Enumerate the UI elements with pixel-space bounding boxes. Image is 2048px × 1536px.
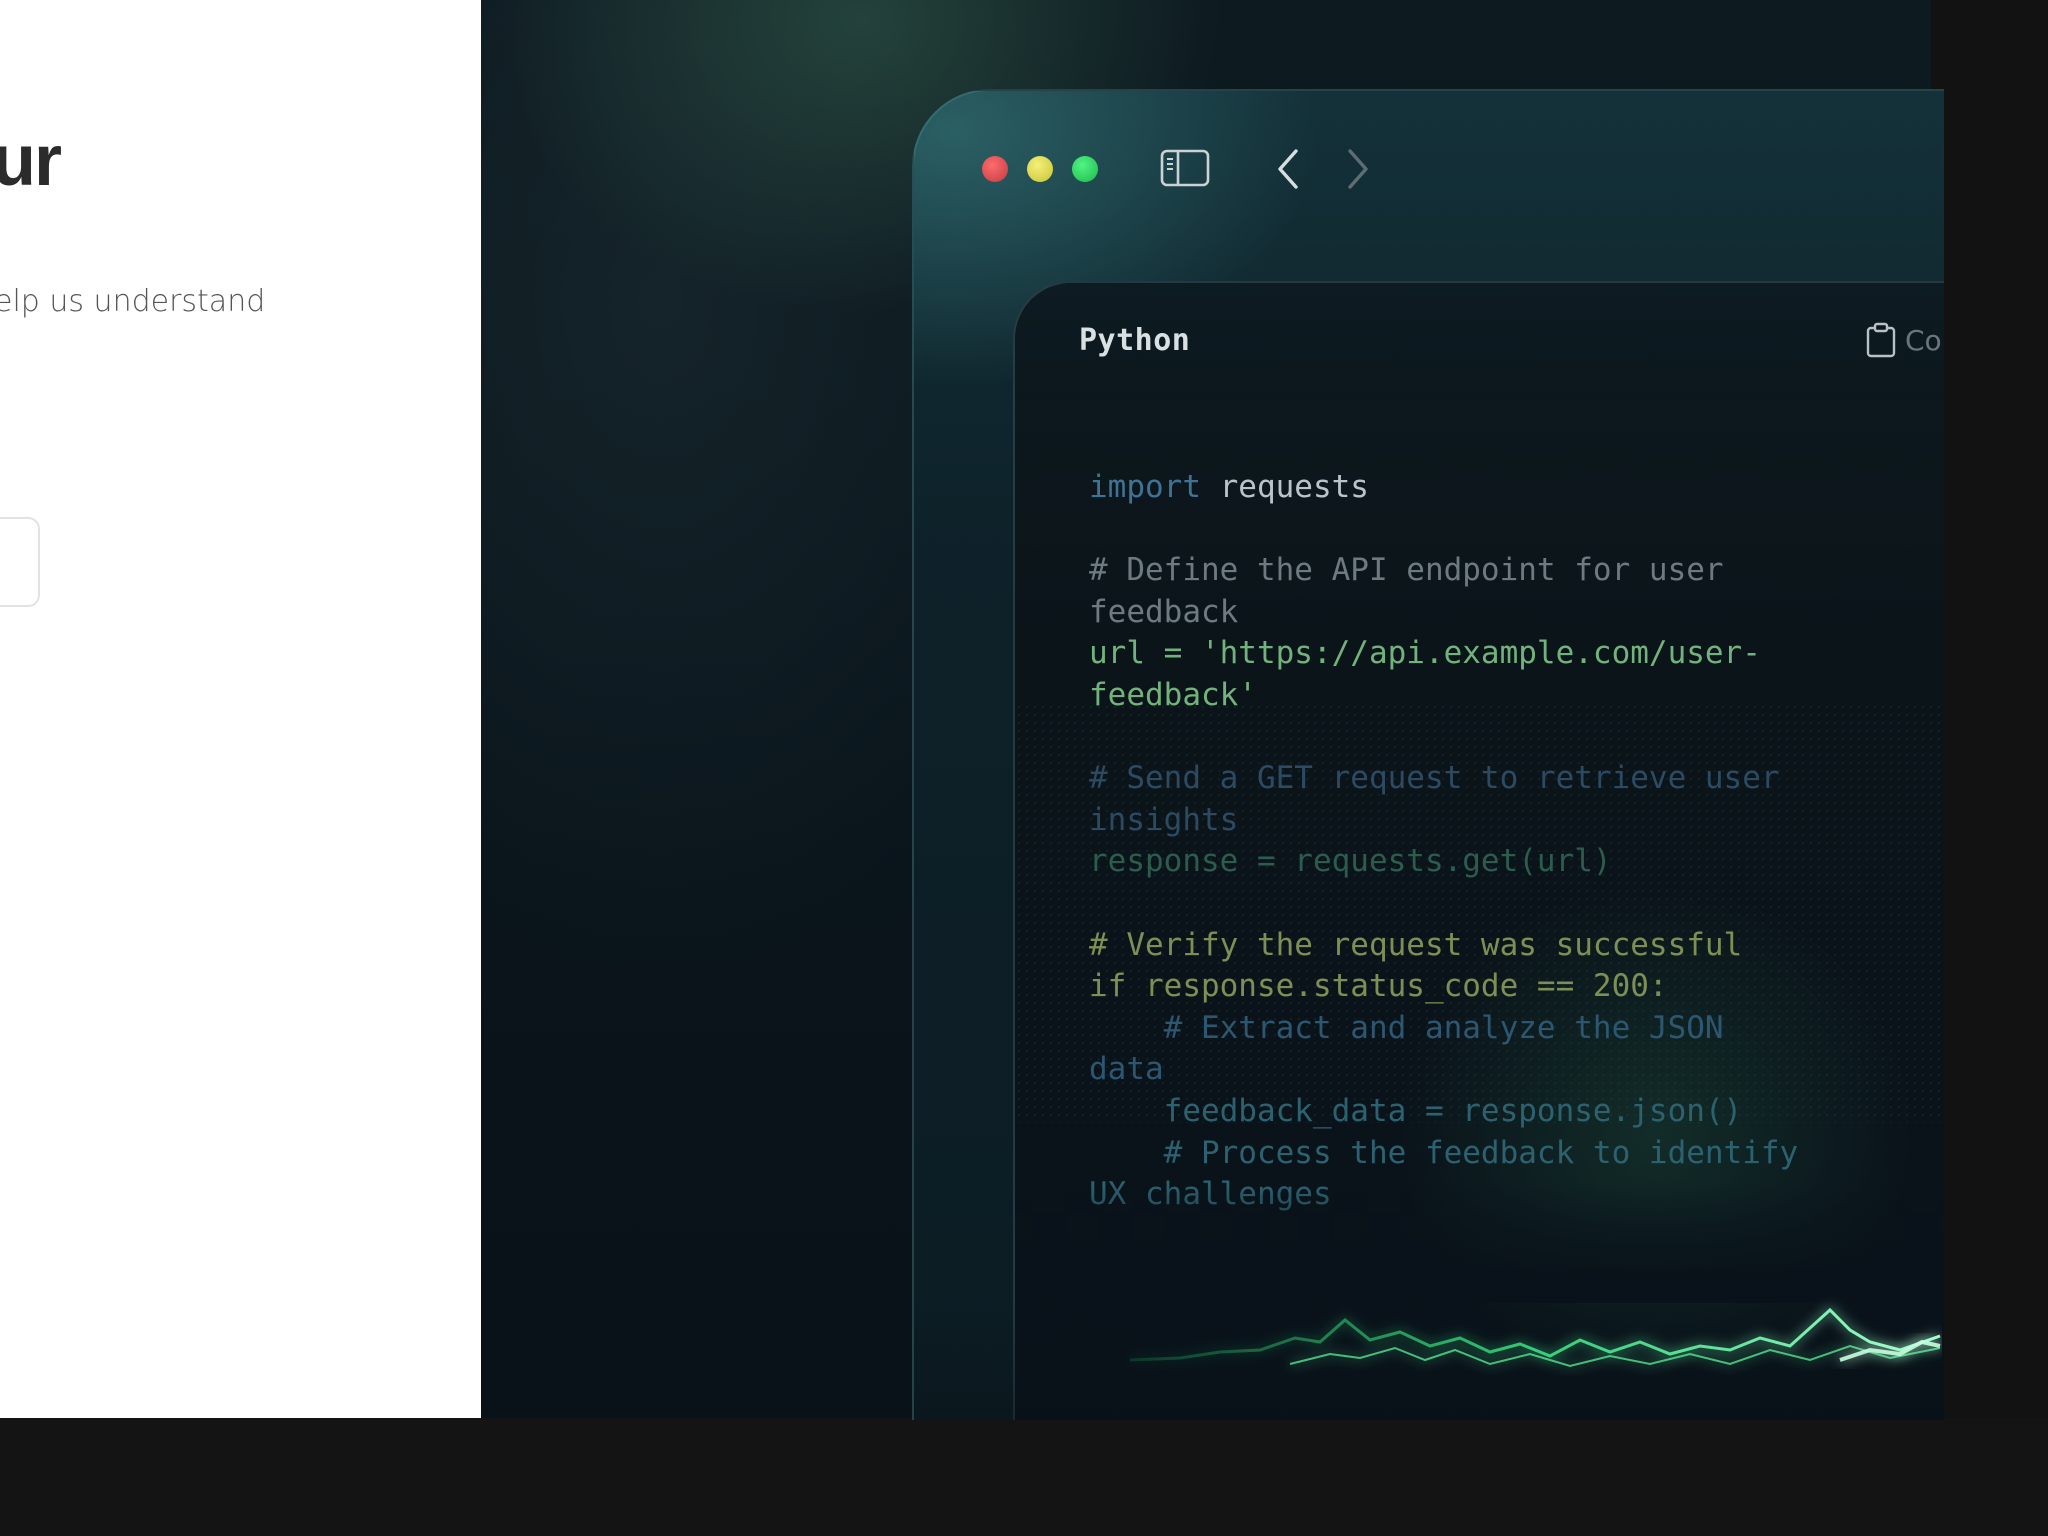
text-input[interactable] xyxy=(0,517,40,607)
code-block: import requests # Define the API endpoint… xyxy=(1089,467,1869,1216)
sidebar-toggle-icon[interactable] xyxy=(1160,149,1210,187)
page-subtitle: elp us understand xyxy=(0,284,266,319)
minimize-window-button[interactable] xyxy=(1027,156,1053,182)
code-text: requests xyxy=(1200,469,1369,505)
code-line-14: # Extract and analyze the JSON xyxy=(1089,1009,1724,1046)
screen: ur elp us understand Python Co import re… xyxy=(0,0,2048,1536)
code-line-12: # Verify the request was successful xyxy=(1089,926,1743,963)
app-window: Python Co import requests # Define the AP… xyxy=(912,89,1944,1420)
code-line-9: insights xyxy=(1089,801,1239,838)
language-label: Python xyxy=(1079,323,1191,358)
copy-label: Co xyxy=(1905,323,1942,357)
maximize-window-button[interactable] xyxy=(1072,156,1098,182)
left-panel: ur elp us understand xyxy=(0,0,481,1418)
code-line-16: feedback_data = response.json() xyxy=(1089,1092,1743,1129)
code-keyword: import xyxy=(1089,469,1201,505)
code-line-1: import requests xyxy=(1089,467,1869,509)
clipboard-icon xyxy=(1866,322,1896,358)
code-line-13: if response.status_code == 200: xyxy=(1089,968,1668,1005)
close-window-button[interactable] xyxy=(982,156,1008,182)
right-edge xyxy=(1931,0,2048,1418)
code-card: Python Co import requests # Define the AP… xyxy=(1013,281,1944,1420)
lightning-glow-decoration xyxy=(1129,1307,1941,1368)
page-title: ur xyxy=(0,121,62,201)
code-line-3: # Define the API endpoint for user xyxy=(1089,552,1724,589)
code-line-6: feedback' xyxy=(1089,676,1257,713)
code-line-5: url = 'https://api.example.com/user- xyxy=(1089,635,1761,672)
code-line-15: data xyxy=(1089,1051,1164,1088)
code-line-10: response = requests.get(url) xyxy=(1089,843,1612,880)
chevron-right-icon[interactable] xyxy=(1344,147,1372,191)
code-line-4: feedback xyxy=(1089,593,1239,630)
code-line-8: # Send a GET request to retrieve user xyxy=(1089,760,1780,797)
code-line-17: # Process the feedback to identify xyxy=(1089,1134,1799,1171)
copy-button[interactable]: Co xyxy=(1865,315,1942,365)
chevron-left-icon[interactable] xyxy=(1274,147,1302,191)
